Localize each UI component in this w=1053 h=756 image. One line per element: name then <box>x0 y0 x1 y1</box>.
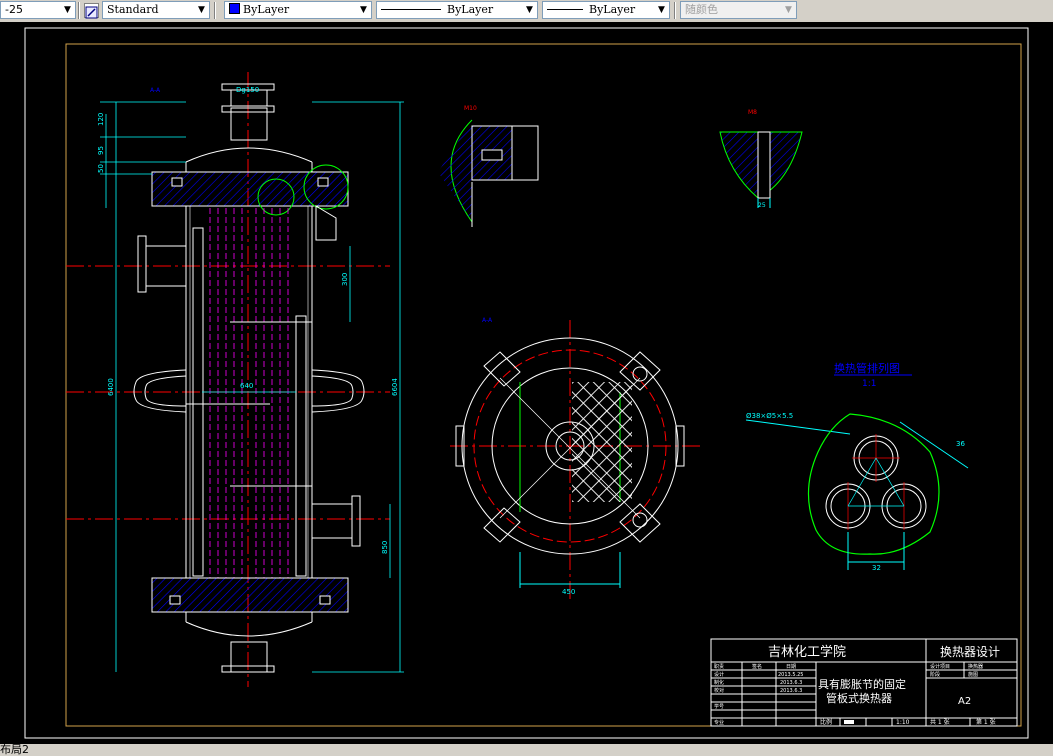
row-date: 2013.5.25 <box>778 672 803 678</box>
tube-arrangement-title: 换热管排列图 <box>834 361 900 375</box>
linetype-preview <box>381 9 441 10</box>
drawing-frame <box>65 43 1022 727</box>
detail-view-1: M10 <box>438 105 539 227</box>
text-style-value: Standard <box>107 3 159 16</box>
dim-300: 300 <box>341 273 349 286</box>
chevron-down-icon[interactable]: ▼ <box>522 2 537 18</box>
dim-450: 450 <box>562 588 575 596</box>
chevron-down-icon: ▼ <box>781 2 796 18</box>
dim-50: 50 <box>97 164 105 173</box>
color-value: ByLayer <box>243 3 290 16</box>
detail-1-label: M10 <box>464 105 477 112</box>
bottom-tubesheet <box>151 577 349 613</box>
row-role: 学号 <box>714 703 724 710</box>
section-aa-label: A-A <box>482 317 493 324</box>
section-view-aa: A-A 450 <box>450 317 700 602</box>
lineweight-preview <box>547 9 583 10</box>
toolbar-separator <box>78 2 80 19</box>
detail-view-2: M8 25 <box>719 109 803 209</box>
tab-layout2[interactable]: 布局2 <box>0 744 29 756</box>
plot-style-dropdown: 随颜色 ▼ <box>680 1 797 19</box>
section-marker-left: A-A <box>150 87 161 94</box>
tube-arrangement-view: 换热管排列图 1:1 Ø38×Ø5×5.5 36 32 <box>745 361 969 572</box>
row-name: 签名 <box>752 663 762 670</box>
row-date: 日期 <box>786 664 796 670</box>
institution-name: 吉林化工学院 <box>768 644 846 660</box>
chevron-down-icon[interactable]: ▼ <box>60 2 75 18</box>
linetype-dropdown[interactable]: ByLayer ▼ <box>376 1 538 19</box>
toolbar-separator <box>214 2 216 19</box>
dim-6400: 6400 <box>107 378 115 396</box>
cad-drawing[interactable]: 120 95 50 6400 6604 300 850 640 Dg150 A-… <box>0 22 1053 744</box>
field-label: 阶段 <box>930 671 940 678</box>
dim-640: 640 <box>240 382 253 390</box>
plot-style-value: 随颜色 <box>685 3 718 16</box>
title-block-text: 吉林化工学院 换热器设计 具有膨胀节的固定 管板式换热器 A2 设计项目 换热器… <box>714 644 1000 726</box>
toolbar-separator <box>674 2 676 19</box>
linetype-value: ByLayer <box>447 3 494 16</box>
properties-toolbar: -25 ▼ Standard ▼ ByLayer ▼ ByLayer ▼ ByL… <box>0 0 1053 23</box>
dim-95: 95 <box>97 146 105 155</box>
dim-scale-dropdown[interactable]: -25 ▼ <box>0 1 76 19</box>
ratio-label: 比例 <box>820 718 832 726</box>
row-role: 职责 <box>714 663 724 670</box>
row-date: 2013.6.3 <box>780 688 802 694</box>
chevron-down-icon[interactable]: ▼ <box>194 2 209 18</box>
tube-layout-pattern <box>572 382 632 502</box>
text-style-icon[interactable] <box>84 3 99 19</box>
drawing-canvas[interactable]: 120 95 50 6400 6604 300 850 640 Dg150 A-… <box>0 22 1053 744</box>
row-role: 设计 <box>714 671 724 678</box>
row-role: 校对 <box>714 687 724 694</box>
row-role: 制化 <box>714 679 724 686</box>
dim-6604: 6604 <box>391 378 399 396</box>
dim-scale-value: -25 <box>5 3 23 16</box>
color-block <box>844 720 854 724</box>
top-nozzle-label: Dg150 <box>236 86 259 94</box>
lineweight-dropdown[interactable]: ByLayer ▼ <box>542 1 670 19</box>
field-value: 施图 <box>968 671 978 678</box>
project-name: 换热器设计 <box>940 645 1000 659</box>
sheet-total: 共 1 张 <box>930 718 950 726</box>
tube-spec-label: Ø38×Ø5×5.5 <box>746 412 793 420</box>
dim-850: 850 <box>381 541 389 554</box>
detail-2-label: M8 <box>748 109 757 116</box>
sheet-number: 第 1 张 <box>976 718 996 726</box>
sheet-size: A2 <box>958 696 971 707</box>
dim-25: 25 <box>758 202 766 209</box>
row-role: 专业 <box>714 719 724 726</box>
text-style-dropdown[interactable]: Standard ▼ <box>102 1 210 19</box>
tube-arrangement-scale: 1:1 <box>862 379 876 389</box>
lineweight-value: ByLayer <box>589 3 636 16</box>
dim-32: 32 <box>872 564 881 572</box>
field-value: 换热器 <box>968 663 983 670</box>
chevron-down-icon[interactable]: ▼ <box>654 2 669 18</box>
chevron-down-icon[interactable]: ▼ <box>356 2 371 18</box>
drawing-name-2: 管板式换热器 <box>826 691 892 705</box>
vessel-elevation: 120 95 50 6400 6604 300 850 640 Dg150 A-… <box>66 72 404 687</box>
color-swatch <box>229 3 240 14</box>
field-label: 设计项目 <box>930 663 950 670</box>
ratio-value: 1:10 <box>896 719 910 726</box>
row-date: 2013.6.3 <box>780 680 802 686</box>
dim-36: 36 <box>956 440 965 448</box>
color-dropdown[interactable]: ByLayer ▼ <box>224 1 372 19</box>
top-tubesheet <box>151 171 349 207</box>
layout-tabs: 布局2 <box>0 744 1053 756</box>
drawing-name-1: 具有膨胀节的固定 <box>818 677 906 691</box>
dim-120: 120 <box>97 113 105 126</box>
